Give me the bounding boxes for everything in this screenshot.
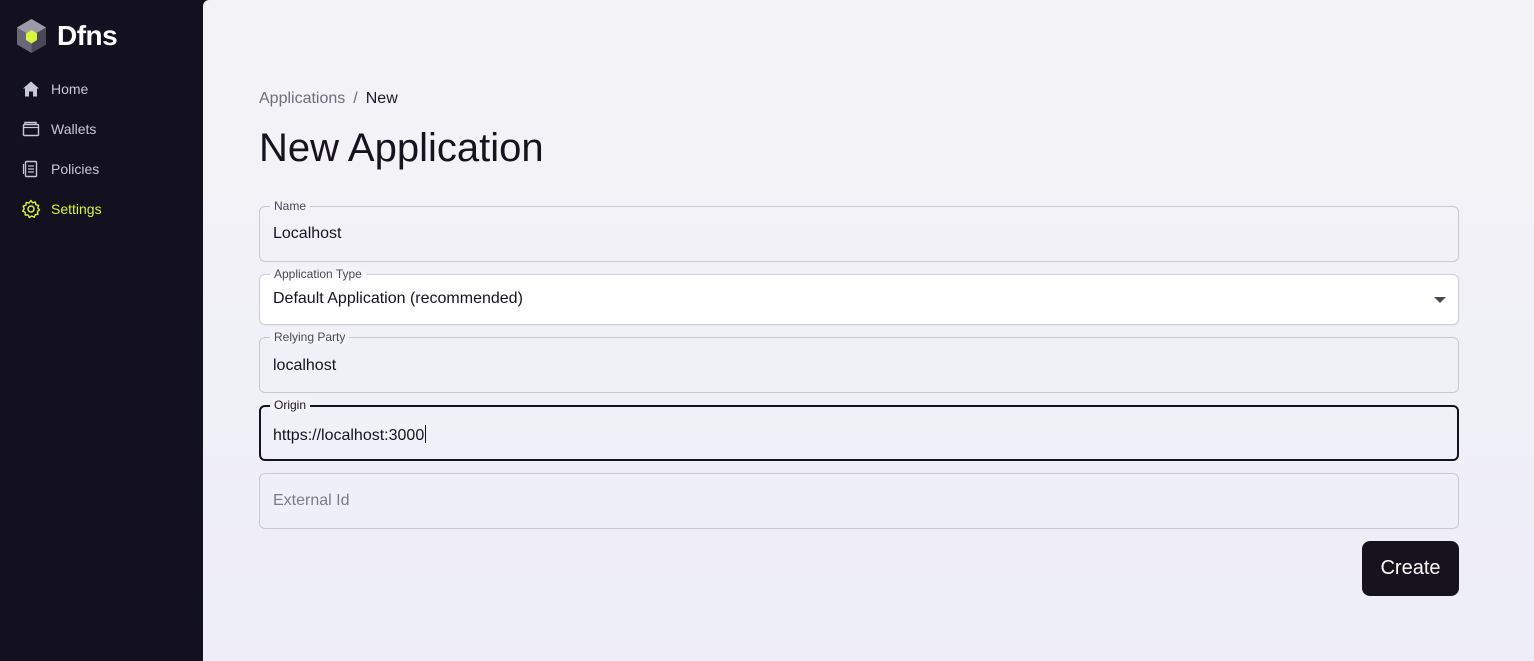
origin-label: Origin — [270, 398, 311, 412]
external-id-field[interactable]: External Id — [259, 473, 1459, 529]
chevron-down-icon[interactable] — [1434, 297, 1446, 303]
home-icon — [21, 79, 41, 99]
application-type-select[interactable]: Application Type Default Application (re… — [259, 267, 1459, 325]
sidebar-item-label: Wallets — [51, 121, 97, 137]
application-type-value: Default Application (recommended) — [273, 290, 523, 307]
name-field-label: Name — [270, 199, 311, 213]
wallet-icon — [21, 119, 41, 139]
application-type-label: Application Type — [270, 267, 366, 281]
breadcrumb-applications-link[interactable]: Applications — [259, 90, 345, 108]
name-field-value: Localhost — [273, 225, 342, 242]
text-cursor — [425, 425, 427, 443]
origin-value-text: https://localhost:3000 — [273, 427, 425, 444]
sidebar-item-wallets[interactable]: Wallets — [21, 118, 96, 140]
sidebar-item-label: Settings — [51, 201, 102, 217]
policy-icon — [21, 159, 41, 179]
breadcrumb-current: New — [365, 90, 398, 107]
origin-value: https://localhost:3000 — [273, 425, 427, 445]
page-title: New Application — [259, 126, 544, 170]
sidebar-item-label: Home — [51, 81, 89, 97]
breadcrumb-separator: / — [353, 90, 358, 107]
main-content: Applications / New New Application Name … — [203, 0, 1534, 661]
relying-party-field[interactable]: Relying Party localhost — [259, 330, 1459, 393]
sidebar-item-settings[interactable]: Settings — [21, 198, 102, 220]
app-name: Dfns — [57, 20, 118, 51]
sidebar-item-policies[interactable]: Policies — [21, 158, 99, 180]
sidebar-item-label: Policies — [51, 161, 100, 177]
name-field[interactable]: Name Localhost — [259, 199, 1459, 262]
sidebar: Dfns Home Wallets Policies Settings — [0, 0, 203, 661]
app-logo[interactable]: Dfns — [16, 18, 118, 54]
breadcrumb: Applications / New — [259, 90, 398, 108]
relying-party-value: localhost — [273, 357, 337, 374]
gear-icon — [21, 199, 41, 219]
external-id-placeholder: External Id — [273, 492, 350, 509]
create-button[interactable]: Create — [1362, 541, 1459, 596]
dfns-logo-icon — [17, 19, 46, 53]
origin-field[interactable]: Origin https://localhost:3000 — [259, 398, 1459, 461]
relying-party-label: Relying Party — [270, 330, 350, 344]
sidebar-item-home[interactable]: Home — [21, 78, 88, 100]
